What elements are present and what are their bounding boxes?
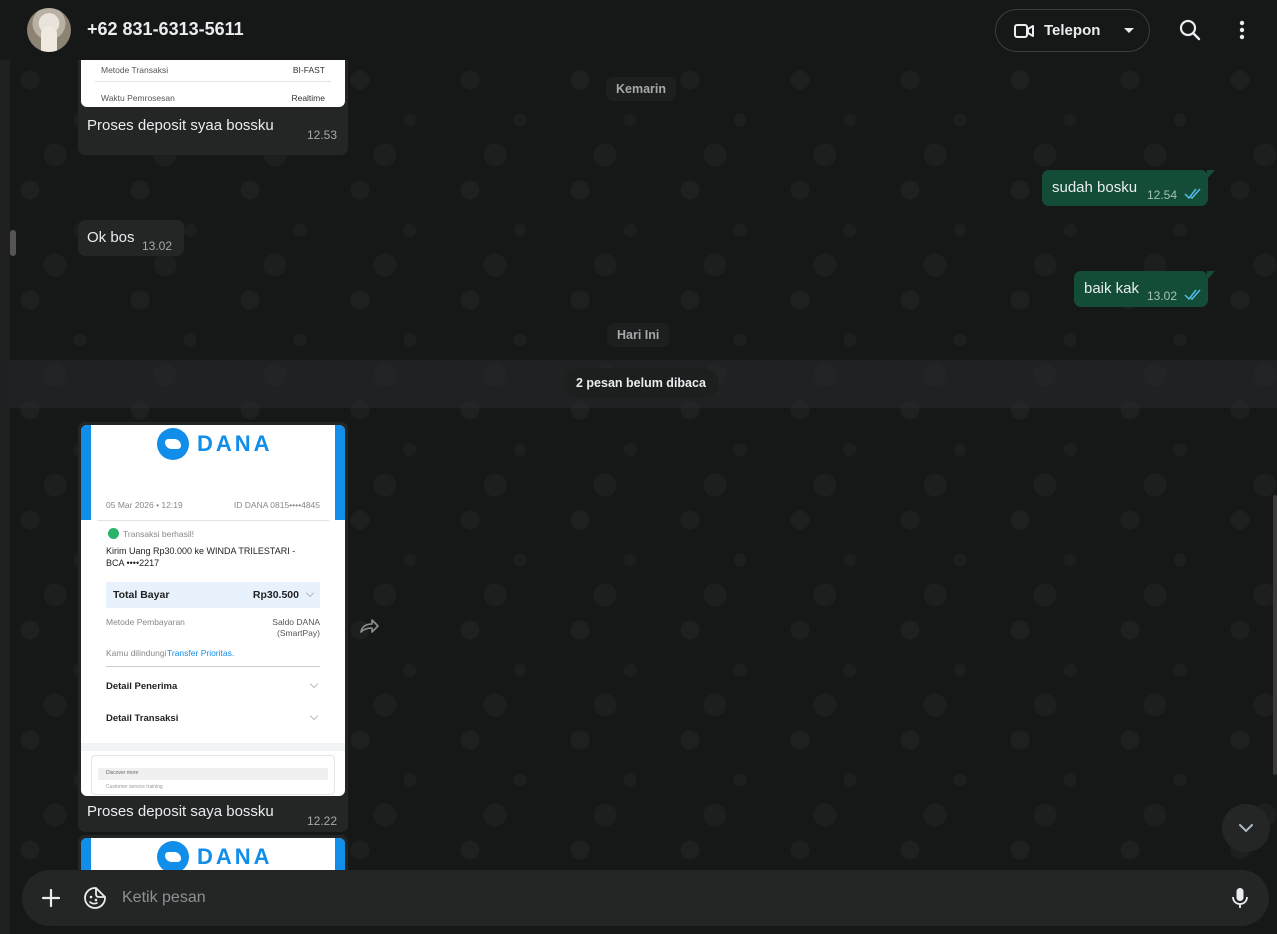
receipt-label: Metode Transaksi: [101, 65, 169, 75]
receipt-image-top[interactable]: Metode Transaksi BI-FAST Waktu Pemrosesa…: [81, 60, 345, 107]
receipt-divider: [106, 666, 320, 667]
receipt-date: 05 Mar 2026 • 12:19: [106, 500, 183, 510]
dana-logo-icon: [157, 841, 189, 870]
method-label: Metode Pembayaran: [106, 617, 185, 627]
left-scroll-handle[interactable]: [10, 230, 16, 256]
chat-area[interactable]: Metode Transaksi BI-FAST Waktu Pemrosesa…: [10, 60, 1277, 870]
message-text: Proses deposit saya bossku: [87, 803, 274, 820]
dana-wordmark: DANA: [197, 431, 273, 456]
image-message-bubble[interactable]: DANA 05 Mar 2026 • 12:19 ID DANA 0815•••…: [78, 422, 348, 832]
transaction-status: Transaksi berhasil!: [123, 529, 195, 539]
receipt-label: Waktu Pemrosesan: [101, 93, 175, 103]
receipt-separator: [81, 743, 345, 751]
discover-title: Discover more: [106, 770, 139, 776]
discover-card: Discover more Customer service training: [91, 755, 335, 795]
success-check-icon: [108, 528, 119, 539]
total-label: Total Bayar: [113, 589, 170, 601]
contact-avatar[interactable]: [27, 8, 71, 52]
message-text: sudah bosku: [1052, 179, 1138, 196]
transaction-description: Kirim Uang Rp30.000 ke WINDA TRILESTARI …: [106, 546, 296, 556]
total-value: Rp30.500: [252, 589, 299, 601]
message-text: Proses deposit syaa bossku: [87, 117, 274, 134]
contact-name[interactable]: +62 831-6313-5611: [87, 19, 244, 40]
image-message-bubble[interactable]: Metode Transaksi BI-FAST Waktu Pemrosesa…: [78, 60, 348, 155]
receipt-accent-right: [335, 425, 345, 520]
unread-messages-indicator: 2 pesan belum dibaca: [563, 368, 719, 398]
message-text: baik kak: [1084, 280, 1140, 297]
forward-icon[interactable]: [357, 615, 381, 639]
chat-header: +62 831-6313-5611 Telepon: [10, 0, 1277, 60]
receipt-value: BI-FAST: [292, 65, 325, 75]
message-text: Ok bos: [87, 229, 135, 246]
left-edge-strip: [0, 60, 10, 934]
search-icon[interactable]: [1178, 18, 1202, 42]
receipt-accent-left: [81, 425, 91, 520]
message-time: 12.22: [307, 814, 338, 828]
outgoing-message[interactable]: baik kak 13.02: [1074, 271, 1215, 307]
dana-receipt-image[interactable]: DANA 05 Mar 2026 • 12:19 ID DANA 0815•••…: [81, 425, 345, 796]
microphone-icon[interactable]: [1228, 886, 1252, 910]
sticker-icon[interactable]: [83, 886, 107, 910]
message-input[interactable]: [122, 884, 1202, 912]
detail-recipient: Detail Penerima: [106, 681, 178, 692]
detail-transaction: Detail Transaksi: [106, 713, 179, 724]
dana-logo: DANA: [157, 841, 273, 870]
call-button-label: Telepon: [1044, 22, 1101, 39]
receipt-divider: [97, 520, 329, 521]
call-button[interactable]: Telepon: [995, 9, 1150, 52]
receipt-account-id: ID DANA 0815••••4845: [233, 500, 320, 510]
message-time: 12.54: [1147, 188, 1178, 202]
dana-receipt-image[interactable]: DANA: [81, 838, 345, 870]
dana-logo-icon: [157, 428, 189, 460]
more-options-icon[interactable]: [1230, 18, 1254, 42]
method-value: (SmartPay): [277, 628, 320, 638]
read-receipt-icon: [1184, 188, 1201, 200]
date-divider-today: Hari Ini: [607, 323, 670, 347]
message-time: 12.53: [307, 128, 338, 142]
video-camera-icon: [1014, 23, 1034, 38]
protection-link: Transfer Prioritas.: [167, 648, 235, 658]
message-composer: [22, 870, 1269, 926]
method-value: Saldo DANA: [272, 617, 320, 627]
chat-scrollbar[interactable]: [1273, 495, 1277, 775]
chevron-down-icon: [1124, 28, 1135, 33]
date-divider-yesterday: Kemarin: [606, 77, 677, 101]
transaction-description: BCA ••••2217: [106, 558, 160, 568]
scroll-to-bottom-button[interactable]: [1222, 804, 1270, 852]
chevron-down-icon: [1239, 824, 1253, 833]
image-message-bubble[interactable]: DANA: [78, 835, 348, 870]
message-time: 13.02: [1147, 289, 1178, 303]
protection-note: Kamu dilindungi: [106, 648, 167, 658]
message-time: 13.02: [142, 239, 173, 253]
discover-subtitle: Customer service training: [106, 784, 163, 790]
outgoing-message[interactable]: sudah bosku 12.54: [1042, 170, 1215, 206]
receipt-divider: [95, 81, 331, 82]
incoming-message[interactable]: Ok bos 13.02: [78, 220, 184, 256]
plus-icon[interactable]: [39, 886, 63, 910]
dana-wordmark: DANA: [197, 844, 273, 869]
receipt-value: Realtime: [291, 93, 325, 103]
receipt-accent-left: [81, 838, 91, 870]
chevron-down-icon: [309, 679, 319, 689]
receipt-accent-right: [335, 838, 345, 870]
chevron-down-icon: [309, 711, 319, 721]
read-receipt-icon: [1184, 289, 1201, 301]
dana-logo: DANA: [157, 428, 273, 460]
